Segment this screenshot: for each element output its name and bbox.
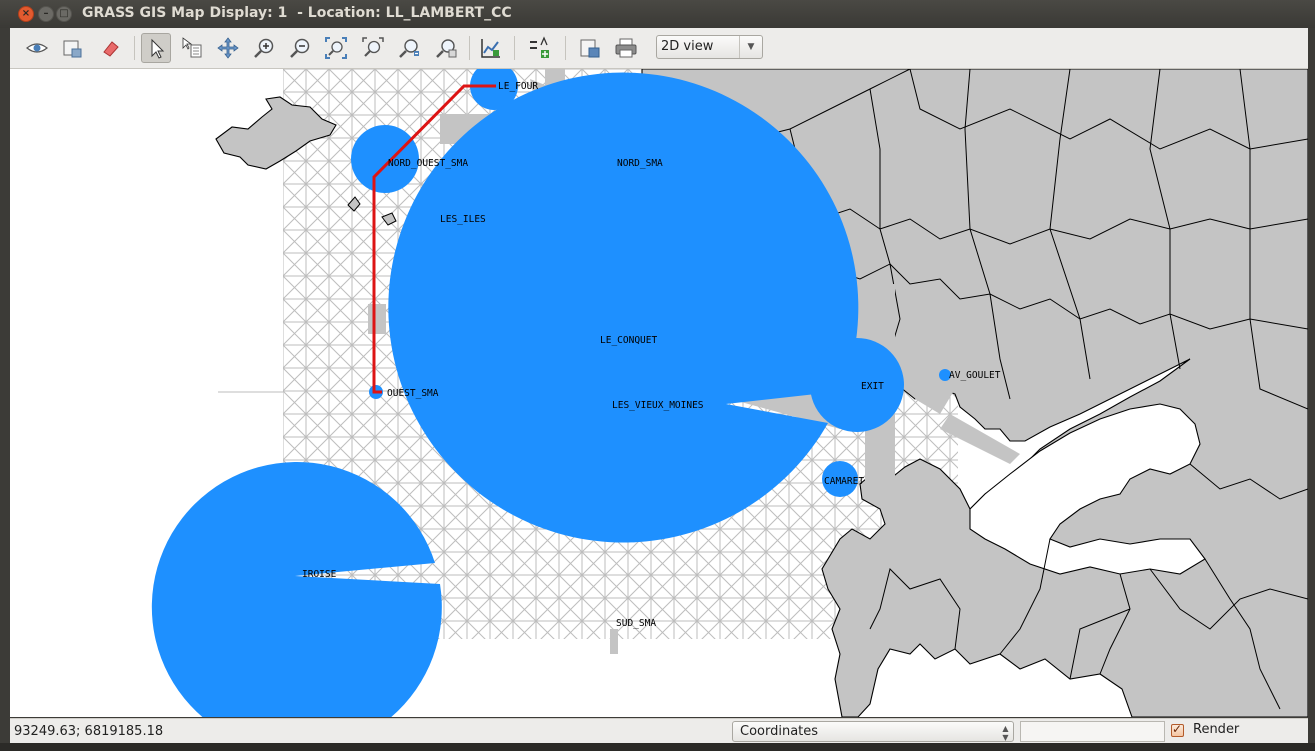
label-sud-sma: SUD_SMA [616, 618, 656, 629]
render-map-icon [63, 40, 82, 58]
zoom-menu-icon [362, 37, 384, 57]
zoom-in-icon [254, 38, 274, 58]
print-icon [615, 38, 637, 58]
toolbar-separator [134, 36, 135, 60]
desktop-background [0, 743, 1315, 751]
overlay-button[interactable] [524, 33, 554, 63]
zoom-back-icon [399, 39, 419, 58]
zoom-in-button[interactable] [249, 33, 279, 63]
checkbox-checked-icon: ✓ [1171, 722, 1184, 737]
render-map-button[interactable] [58, 33, 88, 63]
analyze-icon [481, 39, 500, 58]
statusbar-mode-value: Coordinates [740, 724, 819, 739]
zoom-menu-button[interactable] [358, 33, 388, 63]
label-camaret: CAMARET [824, 476, 864, 487]
overlay-icon [530, 36, 549, 58]
label-le-conquet: LE_CONQUET [600, 335, 657, 346]
statusbar-text-field[interactable] [1020, 721, 1165, 742]
toolbar-separator [565, 36, 566, 60]
save-image-button[interactable] [575, 33, 605, 63]
display-map-icon [26, 43, 48, 53]
label-exit: EXIT [861, 381, 884, 392]
node-exit[interactable] [810, 338, 904, 432]
window-titlebar[interactable]: × – □ GRASS GIS Map Display: 1 - Locatio… [0, 0, 1315, 28]
label-le-four: LE_FOUR [498, 81, 538, 92]
label-les-vieux-moines: LES_VIEUX_MOINES [612, 400, 704, 411]
view-mode-value: 2D view [661, 39, 714, 54]
node-le-conquet[interactable] [388, 72, 859, 543]
close-icon: × [21, 8, 31, 19]
render-label: Render [1193, 722, 1240, 737]
print-button[interactable] [611, 33, 641, 63]
minimize-icon: – [43, 8, 49, 19]
erase-display-button[interactable] [96, 33, 126, 63]
statusbar: 93249.63; 6819185.18 Coordinates ▲▼ ✓ Re… [10, 718, 1308, 744]
coordinates-readout: 93249.63; 6819185.18 [14, 724, 164, 739]
map-drawing: LE_FOUR NORD_OUEST_SMA NORD_SMA LES_ILES… [10, 69, 1308, 717]
zoom-out-button[interactable] [285, 33, 315, 63]
pan-icon [217, 37, 239, 59]
close-window-button[interactable]: × [18, 6, 34, 22]
zoom-region-icon [436, 39, 457, 58]
pointer-icon [151, 38, 165, 59]
minimize-window-button[interactable]: – [38, 6, 54, 22]
toolbar-separator [469, 36, 470, 60]
pointer-button[interactable] [141, 33, 171, 63]
query-button[interactable] [177, 33, 207, 63]
zoom-extent-icon [325, 37, 347, 59]
zoom-region-button[interactable] [431, 33, 461, 63]
save-image-icon [580, 39, 600, 58]
map-toolbar: 2D view ▼ [10, 28, 1308, 69]
label-nord-ouest-sma: NORD_OUEST_SMA [388, 158, 468, 169]
map-canvas[interactable]: LE_FOUR NORD_OUEST_SMA NORD_SMA LES_ILES… [10, 69, 1308, 717]
statusbar-mode-select[interactable]: Coordinates ▲▼ [732, 721, 1014, 742]
zoom-back-button[interactable] [394, 33, 424, 63]
display-map-button[interactable] [22, 33, 52, 63]
spin-arrows-icon: ▲▼ [1001, 724, 1010, 742]
window-title: GRASS GIS Map Display: 1 - Location: LL_… [82, 5, 512, 21]
pan-button[interactable] [213, 33, 243, 63]
maximize-icon: □ [59, 8, 69, 19]
zoom-extent-button[interactable] [321, 33, 351, 63]
view-mode-select[interactable]: 2D view ▼ [656, 35, 763, 59]
toolbar-separator [514, 36, 515, 60]
label-les-iles: LES_ILES [440, 214, 486, 225]
chevron-down-icon: ▼ [739, 36, 762, 58]
label-nord-sma: NORD_SMA [617, 158, 663, 169]
analyze-button[interactable] [476, 33, 506, 63]
render-checkbox[interactable]: ✓ Render [1167, 721, 1307, 742]
erase-icon [103, 41, 119, 57]
label-iroise: IROISE [302, 569, 337, 580]
zoom-out-icon [290, 38, 310, 58]
maximize-window-button[interactable]: □ [56, 6, 72, 22]
label-ouest-sma: OUEST_SMA [387, 388, 439, 399]
label-av-goulet: AV_GOULET [949, 370, 1001, 381]
query-icon [182, 37, 202, 58]
